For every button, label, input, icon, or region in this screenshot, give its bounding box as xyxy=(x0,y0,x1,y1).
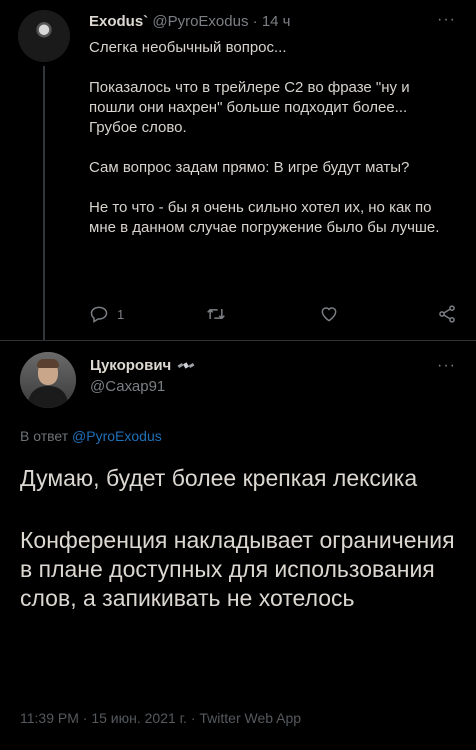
display-name-row: Цукорович xyxy=(90,357,195,374)
handle[interactable]: @Сахар91 xyxy=(90,378,195,395)
reply-prefix: В ответ xyxy=(20,428,69,444)
tweet-actions: 1 xyxy=(89,304,459,328)
tweet-header: Цукорович @Сахар91 xyxy=(90,357,195,395)
more-options-button[interactable]: ··· xyxy=(437,357,456,375)
share-icon xyxy=(439,305,455,323)
paragraph: Думаю, будет более крепкая лексика xyxy=(20,465,418,491)
paragraph: Слегка необычный вопрос... xyxy=(89,39,287,56)
paragraph: Показалось что в трейлере С2 во фразе "н… xyxy=(89,79,410,136)
reply-context: В ответ @PyroExodus xyxy=(20,428,162,444)
reply-icon xyxy=(90,306,108,323)
avatar-tsukorovich[interactable] xyxy=(20,352,76,408)
separator: · xyxy=(252,13,258,30)
tweet-text: Думаю, будет более крепкая лексика Конфе… xyxy=(20,464,460,646)
paragraph: Не то что - бы я очень сильно хотел их, … xyxy=(89,199,440,236)
display-name[interactable]: Exodus` xyxy=(89,13,148,30)
parent-tweet[interactable]: Exodus` @PyroExodus · 14 ч ··· Слегка не… xyxy=(0,0,476,340)
share-button[interactable] xyxy=(437,304,457,324)
tweet-timestamp-source[interactable]: 11:39 PM · 15 июн. 2021 г. · Twitter Web… xyxy=(20,710,301,726)
divider xyxy=(0,340,476,341)
retweet-icon xyxy=(207,308,225,320)
reply-button[interactable]: 1 xyxy=(89,304,124,324)
satellite-icon xyxy=(177,361,195,369)
paragraph: Сам вопрос задам прямо: В игре будут мат… xyxy=(89,159,410,176)
retweet-button[interactable] xyxy=(205,304,227,324)
display-name[interactable]: Цукорович xyxy=(90,357,171,374)
tweet-text: Слегка необычный вопрос... Показалось чт… xyxy=(89,38,459,258)
avatar-exodus[interactable] xyxy=(18,10,70,62)
reply-to-link[interactable]: @PyroExodus xyxy=(72,428,162,444)
reply-count: 1 xyxy=(117,306,125,322)
more-options-button[interactable]: ··· xyxy=(437,11,456,29)
heart-icon xyxy=(321,307,337,322)
like-button[interactable] xyxy=(319,304,339,324)
timestamp[interactable]: 14 ч xyxy=(262,13,291,30)
paragraph: Конференция накладывает ограничения в пл… xyxy=(20,527,455,611)
handle[interactable]: @PyroExodus xyxy=(152,13,248,30)
tweet-header: Exodus` @PyroExodus · 14 ч xyxy=(89,13,290,30)
thread-line xyxy=(43,66,45,340)
